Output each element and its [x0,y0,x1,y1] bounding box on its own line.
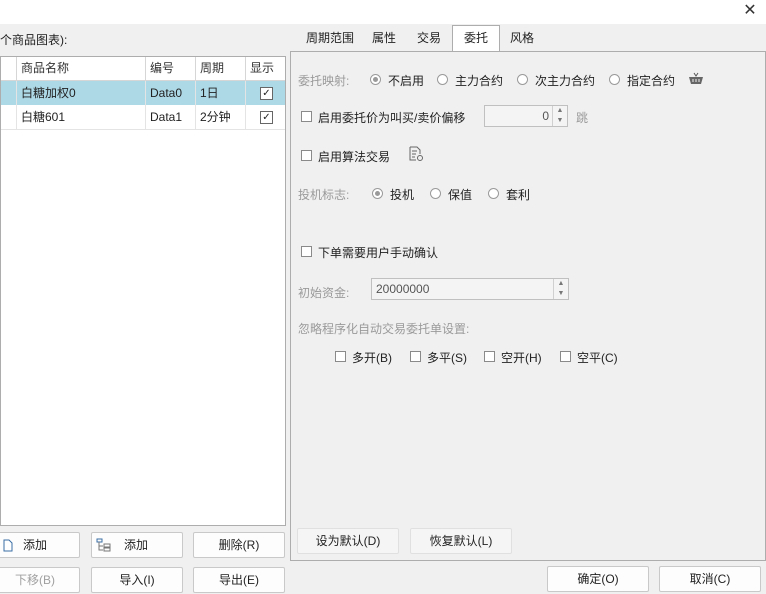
tab-style[interactable]: 风格 [502,26,542,51]
mapping-label: 委托映射: [298,74,350,88]
basket-icon[interactable] [688,71,704,87]
mapping-radio-second[interactable] [517,74,528,85]
spec-flag-label: 投机标志: [298,188,350,202]
ok-button[interactable]: 确定(O) [547,566,649,592]
price-offset-checkbox[interactable] [301,111,312,122]
ignore-settings-label: 忽略程序化自动交易委托单设置: [298,322,470,336]
add-chart-label: 添加 [23,538,48,552]
tab-order[interactable]: 委托 [452,25,500,52]
show-checkbox[interactable]: ✓ [260,87,273,100]
offset-spinbox[interactable]: 0 ▲ ▼ [484,105,568,127]
capital-label: 初始资金: [298,286,350,300]
show-checkbox[interactable]: ✓ [260,111,273,124]
col-header-name[interactable]: 商品名称 [17,57,146,80]
algo-trading-checkbox[interactable] [301,150,312,161]
algo-trading-label: 启用算法交易 [318,150,391,164]
ignore-option-label: 多开(B) [352,351,392,365]
mapping-option-label: 指定合约 [627,74,676,88]
delete-button[interactable]: 删除(R) [193,532,285,558]
cell-code: Data1 [146,105,196,129]
cell-name: 白糖加权0 [17,81,146,105]
table-header: 商品名称 编号 周期 显示 [1,57,285,81]
header-gutter [1,57,17,80]
row-gutter [1,81,17,105]
ignore-sell-close-checkbox[interactable] [410,351,421,362]
spec-radio-arbitrage[interactable] [488,188,499,199]
tab-period-range[interactable]: 周期范围 [295,26,365,51]
mapping-radio-specified[interactable] [609,74,620,85]
table-row[interactable]: 白糖加权0 Data0 1日 ✓ [1,81,285,105]
restore-default-button[interactable]: 恢复默认(L) [410,528,512,554]
row-gutter [1,105,17,129]
spin-arrows[interactable]: ▲ ▼ [552,106,567,126]
ignore-option-label: 空开(H) [501,351,542,365]
add-series-label: 添加 [124,538,149,552]
spec-option-label: 投机 [390,188,415,202]
settings-document-icon[interactable] [408,146,424,162]
spec-option-label: 保值 [448,188,473,202]
mapping-option-label: 次主力合约 [535,74,596,88]
chart-list-caption: 个商品图表): [0,33,68,47]
tab-properties[interactable]: 属性 [365,26,403,51]
move-down-button[interactable]: 下移(B) [0,567,80,593]
spec-radio-speculate[interactable] [372,188,383,199]
cancel-button[interactable]: 取消(C) [659,566,761,592]
ignore-option-label: 多平(S) [427,351,467,365]
capital-value: 20000000 [376,282,430,296]
mapping-radio-main[interactable] [437,74,448,85]
add-series-button[interactable]: 添加 [91,532,183,558]
ignore-option-label: 空平(C) [577,351,618,365]
capital-spinbox[interactable]: 20000000 ▲ ▼ [371,278,569,300]
chart-table: 商品名称 编号 周期 显示 白糖加权0 Data0 1日 ✓ 白糖601 Dat… [0,56,286,526]
col-header-show[interactable]: 显示 [246,57,286,80]
set-default-button[interactable]: 设为默认(D) [297,528,399,554]
import-button[interactable]: 导入(I) [91,567,183,593]
manual-confirm-label: 下单需要用户手动确认 [318,246,439,260]
order-panel: 委托映射: 不启用 主力合约 次主力合约 指定合约 启用委托价为叫买/卖价偏移 … [290,51,766,561]
col-header-period[interactable]: 周期 [196,57,246,80]
col-header-code[interactable]: 编号 [146,57,196,80]
mapping-radio-disabled[interactable] [370,74,381,85]
mapping-option-label: 主力合约 [455,74,504,88]
document-icon [3,539,13,552]
mapping-option-label: 不启用 [388,74,425,88]
price-offset-label: 启用委托价为叫买/卖价偏移 [318,111,466,125]
cell-period: 1日 [196,81,246,105]
offset-value: 0 [542,109,549,123]
ignore-short-close-checkbox[interactable] [560,351,571,362]
ignore-buy-open-checkbox[interactable] [335,351,346,362]
offset-unit: 跳 [576,111,589,125]
close-icon[interactable]: ✕ [740,1,760,21]
table-row[interactable]: 白糖601 Data1 2分钟 ✓ [1,105,285,130]
add-chart-button[interactable]: 添加 [0,532,80,558]
tab-trade[interactable]: 交易 [409,26,449,51]
spin-arrows[interactable]: ▲ ▼ [553,279,568,299]
ignore-short-open-checkbox[interactable] [484,351,495,362]
spec-option-label: 套利 [506,188,531,202]
cell-period: 2分钟 [196,105,246,129]
manual-confirm-checkbox[interactable] [301,246,312,257]
export-button[interactable]: 导出(E) [193,567,285,593]
tree-list-icon [96,538,111,552]
cell-name: 白糖601 [17,105,146,129]
cell-code: Data0 [146,81,196,105]
tab-strip: 周期范围 属性 交易 委托 风格 [290,25,766,52]
title-bar [0,0,766,24]
spec-radio-hedge[interactable] [430,188,441,199]
